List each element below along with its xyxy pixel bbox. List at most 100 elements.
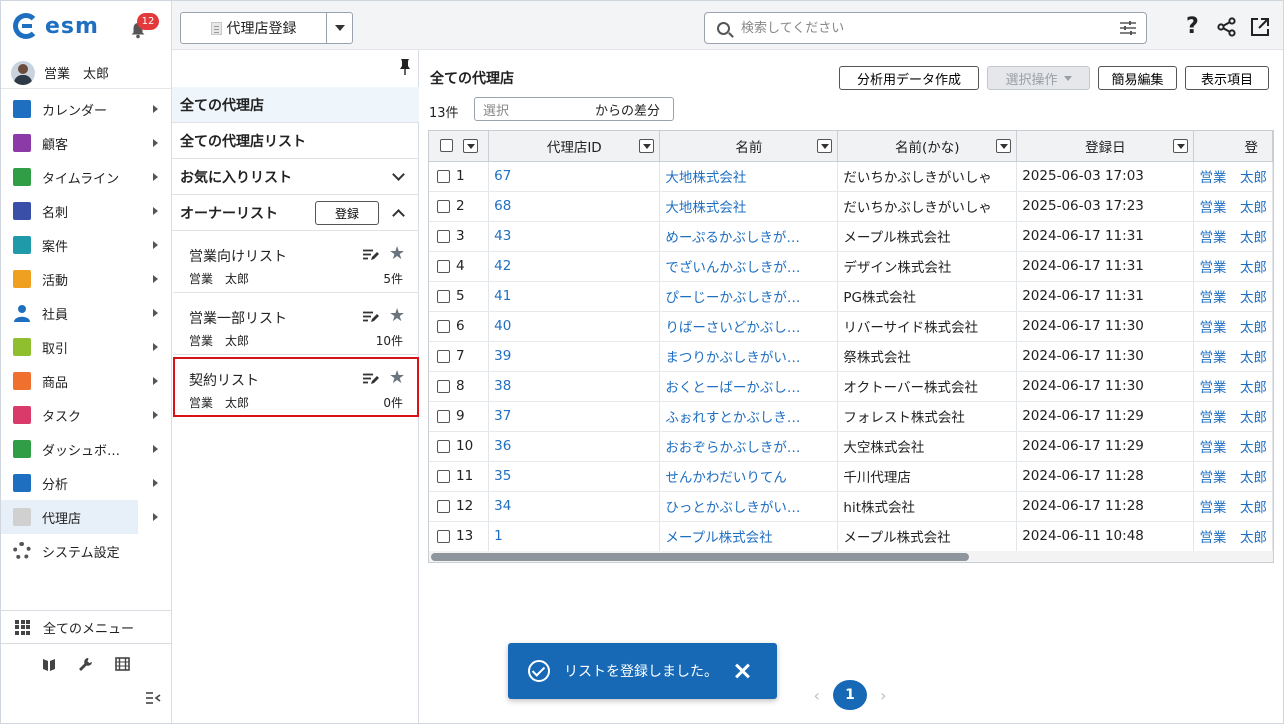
table-row[interactable]: 13 1 メープル株式会社 メープル株式会社 2024-06-11 10:48 営業 太郎 bbox=[429, 521, 1273, 552]
search-input[interactable] bbox=[739, 19, 1119, 37]
favorites-section-header[interactable]: お気に入りリスト bbox=[172, 159, 419, 195]
registrant-link[interactable]: 営業 太郎 bbox=[1193, 341, 1273, 372]
next-page-button[interactable]: › bbox=[867, 686, 900, 705]
registrant-link[interactable]: 営業 太郎 bbox=[1193, 221, 1273, 252]
sidebar-item-building[interactable]: 顧客 bbox=[1, 126, 171, 160]
column-header-registrant[interactable]: 登 bbox=[1193, 131, 1273, 162]
table-row[interactable]: 1 67 大地株式会社 だいちかぶしきがいしゃ 2025-06-03 17:03 営業 太… bbox=[429, 161, 1273, 192]
row-checkbox[interactable] bbox=[437, 379, 450, 393]
agency-name-link[interactable]: りばーさいどかぶし… bbox=[659, 311, 839, 342]
star-icon[interactable]: ★ bbox=[389, 243, 405, 264]
row-checkbox[interactable] bbox=[437, 289, 450, 303]
current-page[interactable]: 1 bbox=[833, 680, 867, 710]
column-menu-name-kana[interactable] bbox=[996, 139, 1012, 153]
sidebar-item-task[interactable]: タスク bbox=[1, 398, 171, 432]
prev-page-button[interactable]: ‹ bbox=[800, 686, 833, 705]
agency-id-link[interactable]: 38 bbox=[488, 371, 661, 402]
register-agency-button[interactable]: 代理店登録 bbox=[181, 13, 327, 43]
row-checkbox[interactable] bbox=[437, 439, 450, 453]
close-icon[interactable] bbox=[734, 663, 750, 679]
table-row[interactable]: 2 68 大地株式会社 だいちかぶしきがいしゃ 2025-06-03 17:23 営業 太… bbox=[429, 191, 1273, 222]
table-row[interactable]: 12 34 ひっとかぶしきがい… hit株式会社 2024-06-17 11:28 営業 … bbox=[429, 491, 1273, 522]
edit-list-icon[interactable] bbox=[363, 249, 379, 261]
sidebar-item-timeline[interactable]: タイムライン bbox=[1, 160, 171, 194]
registrant-link[interactable]: 営業 太郎 bbox=[1193, 521, 1273, 552]
registrant-link[interactable]: 営業 太郎 bbox=[1193, 401, 1273, 432]
registrant-link[interactable]: 営業 太郎 bbox=[1193, 251, 1273, 282]
horizontal-scrollbar-thumb[interactable] bbox=[431, 553, 969, 561]
table-row[interactable]: 6 40 りばーさいどかぶし… リバーサイド株式会社 2024-06-17 11:30 営… bbox=[429, 311, 1273, 342]
row-checkbox[interactable] bbox=[437, 349, 450, 363]
agency-id-link[interactable]: 41 bbox=[488, 281, 661, 312]
agency-id-link[interactable]: 39 bbox=[488, 341, 661, 372]
sidebar-item-employee[interactable]: 社員 bbox=[1, 296, 171, 330]
agency-id-link[interactable]: 43 bbox=[488, 221, 661, 252]
column-header-name-kana[interactable]: 名前(かな) bbox=[837, 131, 1018, 162]
agency-id-link[interactable]: 67 bbox=[488, 161, 661, 192]
table-row[interactable]: 3 43 めーぷるかぶしきが… メープル株式会社 2024-06-17 11:31 営業 … bbox=[429, 221, 1273, 252]
agency-name-link[interactable]: おくとーばーかぶし… bbox=[659, 371, 839, 402]
registrant-link[interactable]: 営業 太郎 bbox=[1193, 431, 1273, 462]
register-options-dropdown[interactable] bbox=[327, 13, 352, 43]
sidebar-item-product[interactable]: 商品 bbox=[1, 364, 171, 398]
share-icon[interactable] bbox=[1217, 17, 1237, 37]
star-icon[interactable]: ★ bbox=[389, 305, 405, 326]
row-checkbox[interactable] bbox=[437, 499, 450, 513]
guide-icon[interactable] bbox=[42, 657, 56, 672]
agency-name-link[interactable]: ふぉれすとかぶしき… bbox=[659, 401, 839, 432]
list-card[interactable]: 契約リスト 営業 太郎 0件 ★ bbox=[173, 357, 419, 417]
column-menu-registered-date[interactable] bbox=[1173, 139, 1189, 153]
agency-id-link[interactable]: 34 bbox=[488, 491, 661, 522]
registrant-link[interactable]: 営業 太郎 bbox=[1193, 491, 1273, 522]
star-icon[interactable]: ★ bbox=[389, 367, 405, 388]
sidebar-item-project[interactable]: 案件 bbox=[1, 228, 171, 262]
row-checkbox[interactable] bbox=[437, 169, 450, 183]
edit-list-icon[interactable] bbox=[363, 373, 379, 385]
table-row[interactable]: 8 38 おくとーばーかぶし… オクトーバー株式会社 2024-06-17 11:30 営… bbox=[429, 371, 1273, 402]
registrant-link[interactable]: 営業 太郎 bbox=[1193, 311, 1273, 342]
agency-name-link[interactable]: おおぞらかぶしきが… bbox=[659, 431, 839, 462]
agency-name-link[interactable]: 大地株式会社 bbox=[659, 191, 839, 222]
registrant-link[interactable]: 営業 太郎 bbox=[1193, 461, 1273, 492]
sidebar-item-gear[interactable]: システム設定 bbox=[1, 534, 171, 568]
register-list-button[interactable]: 登録 bbox=[315, 201, 379, 225]
registrant-link[interactable]: 営業 太郎 bbox=[1193, 161, 1273, 192]
agency-id-link[interactable]: 68 bbox=[488, 191, 661, 222]
sidebar-item-calendar[interactable]: カレンダー bbox=[1, 92, 171, 126]
list-card[interactable]: 営業一部リスト 営業 太郎 10件 ★ bbox=[173, 295, 419, 355]
sidebar-item-business-card[interactable]: 名刺 bbox=[1, 194, 171, 228]
column-header-agency-id[interactable]: 代理店ID bbox=[488, 131, 661, 162]
agency-id-link[interactable]: 42 bbox=[488, 251, 661, 282]
registrant-link[interactable]: 営業 太郎 bbox=[1193, 371, 1273, 402]
select-all-checkbox[interactable] bbox=[440, 139, 454, 153]
sidebar-item-activity[interactable]: 活動 bbox=[1, 262, 171, 296]
table-row[interactable]: 10 36 おおぞらかぶしきが… 大空株式会社 2024-06-17 11:29 営業 太… bbox=[429, 431, 1273, 462]
agency-name-link[interactable]: 大地株式会社 bbox=[659, 161, 839, 192]
owner-section-header[interactable]: オーナーリスト 登録 bbox=[172, 195, 419, 231]
agency-name-link[interactable]: ぴーじーかぶしきが… bbox=[659, 281, 839, 312]
column-menu-agency-id[interactable] bbox=[639, 139, 655, 153]
row-checkbox[interactable] bbox=[437, 259, 450, 273]
agency-id-link[interactable]: 35 bbox=[488, 461, 661, 492]
row-checkbox[interactable] bbox=[437, 229, 450, 243]
table-row[interactable]: 7 39 まつりかぶしきがい… 祭株式会社 2024-06-17 11:30 営業 太郎 bbox=[429, 341, 1273, 372]
agency-id-link[interactable]: 37 bbox=[488, 401, 661, 432]
agency-name-link[interactable]: メープル株式会社 bbox=[659, 521, 839, 552]
diff-select[interactable]: 選択 からの差分 bbox=[474, 97, 674, 121]
filter-settings-icon[interactable] bbox=[1120, 21, 1136, 35]
all-agency-lists-item[interactable]: 全ての代理店リスト bbox=[172, 123, 419, 159]
agency-name-link[interactable]: でざいんかぶしきが… bbox=[659, 251, 839, 282]
registrant-link[interactable]: 営業 太郎 bbox=[1193, 191, 1273, 222]
table-row[interactable]: 5 41 ぴーじーかぶしきが… PG株式会社 2024-06-17 11:31 営業 太郎 bbox=[429, 281, 1273, 312]
table-row[interactable]: 11 35 せんかわだいりてん 千川代理店 2024-06-17 11:28 営業 太郎 bbox=[429, 461, 1273, 492]
registrant-link[interactable]: 営業 太郎 bbox=[1193, 281, 1273, 312]
list-card[interactable]: 営業向けリスト 営業 太郎 5件 ★ bbox=[173, 233, 419, 293]
table-row[interactable]: 9 37 ふぉれすとかぶしき… フォレスト株式会社 2024-06-17 11:29 営業… bbox=[429, 401, 1273, 432]
agency-id-link[interactable]: 1 bbox=[488, 521, 661, 552]
create-analysis-data-button[interactable]: 分析用データ作成 bbox=[839, 66, 979, 90]
wrench-icon[interactable] bbox=[78, 657, 93, 672]
all-agencies-item[interactable]: 全ての代理店 bbox=[172, 87, 419, 123]
row-checkbox[interactable] bbox=[437, 319, 450, 333]
user-profile[interactable]: 営業 太郎 bbox=[1, 57, 171, 89]
sidebar-item-deal[interactable]: 取引 bbox=[1, 330, 171, 364]
